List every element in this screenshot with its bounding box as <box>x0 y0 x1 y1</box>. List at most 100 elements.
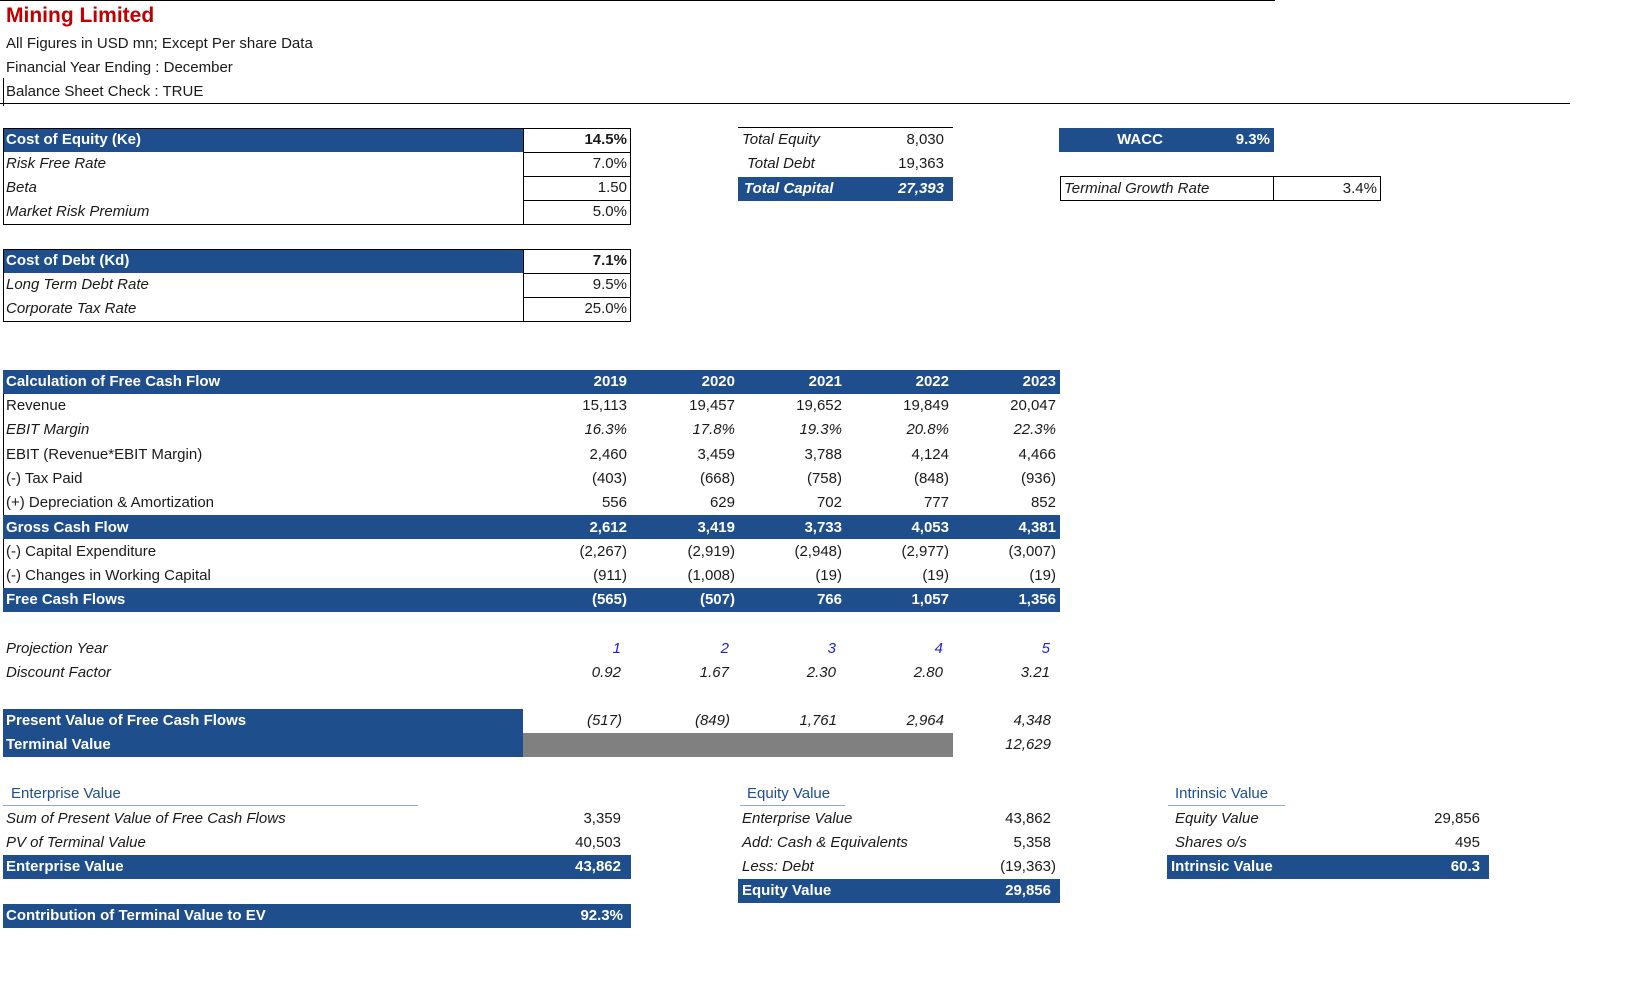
pv-label: Present Value of Free Cash Flows <box>6 709 247 733</box>
terminal-growth-value: 3.4% <box>1342 180 1377 197</box>
fcf-cell: (668) <box>699 469 735 487</box>
fcf-cell: (3,007) <box>1008 542 1056 560</box>
year-2021: 2021 <box>743 370 842 394</box>
fcf-row-label: Gross Cash Flow <box>6 518 129 536</box>
fcf-cell: 20,047 <box>1010 397 1056 414</box>
projection-year-cell: 4 <box>934 640 943 657</box>
fcf-cell: 556 <box>601 494 627 512</box>
year-2023: 2023 <box>957 370 1056 394</box>
discount-factor-cell: 2.80 <box>913 664 943 681</box>
fcf-cell: (848) <box>913 469 949 487</box>
pv-terminal-label: PV of Terminal Value <box>6 834 146 851</box>
ev-total-label: Enterprise Value <box>6 855 124 879</box>
units-note: All Figures in USD mn; Except Per share … <box>6 35 313 52</box>
ev-heading: Enterprise Value <box>11 785 121 802</box>
equity-total-value: 29,856 <box>950 879 1051 903</box>
terminal-value: 12,629 <box>1005 736 1051 753</box>
fcf-cell: 1,356 <box>1018 591 1056 609</box>
year-2022: 2022 <box>850 370 949 394</box>
fcf-cell: 4,053 <box>911 518 949 536</box>
fcf-cell: 766 <box>816 591 842 609</box>
fcf-cell: (19) <box>815 567 842 585</box>
intrinsic-total-value: 60.3 <box>1380 855 1480 879</box>
fcf-cell: 3,788 <box>804 445 842 463</box>
fcf-cell: 19,457 <box>689 397 735 414</box>
contribution-value: 92.3% <box>523 904 623 928</box>
fcf-cell: 3,419 <box>697 518 735 536</box>
eq-debt-label: Less: Debt <box>742 858 814 875</box>
wacc-value: 9.3% <box>1180 128 1270 152</box>
long-term-debt-rate-value: 9.5% <box>592 276 627 293</box>
discount-factor-cell: 2.30 <box>806 664 836 681</box>
total-equity-label: Total Equity <box>742 131 820 148</box>
year-2020: 2020 <box>636 370 735 394</box>
beta-value: 1.50 <box>597 179 627 196</box>
intrinsic-heading-underline <box>1168 805 1285 806</box>
fcf-row-label: (-) Tax Paid <box>6 469 83 487</box>
fcf-cell: 2,460 <box>589 445 627 463</box>
pv-terminal-value: 40,503 <box>575 834 621 851</box>
discount-factor-cell: 1.67 <box>699 664 729 681</box>
corporate-tax-rate-label: Corporate Tax Rate <box>6 300 137 317</box>
total-debt-label: Total Debt <box>747 155 815 172</box>
pv-fcf-cell: (849) <box>694 712 730 729</box>
equity-heading: Equity Value <box>747 785 831 802</box>
sum-pv-fcf-value: 3,359 <box>583 810 621 827</box>
pv-fcf-cell: 1,761 <box>799 712 837 729</box>
fcf-cell: (19) <box>922 567 949 585</box>
fcf-cell: 777 <box>923 494 949 512</box>
iv-shares-value: 495 <box>1454 834 1480 851</box>
projection-year-label: Projection Year <box>6 640 108 657</box>
fcf-cell: 4,124 <box>911 445 949 463</box>
fcf-row-label: Free Cash Flows <box>6 591 126 609</box>
fcf-cell: 629 <box>709 494 735 512</box>
balance-check-note: Balance Sheet Check : TRUE <box>6 83 204 100</box>
eq-ev-label: Enterprise Value <box>742 810 853 827</box>
ev-total-value: 43,862 <box>523 855 621 879</box>
intrinsic-total-label: Intrinsic Value <box>1171 855 1273 879</box>
terminal-value-label: Terminal Value <box>6 733 111 757</box>
cost-of-debt-value: 7.1% <box>592 252 627 269</box>
total-capital-label: Total Capital <box>744 177 834 201</box>
total-capital-value: 27,393 <box>898 180 944 197</box>
fcf-cell: 1,057 <box>911 591 949 609</box>
fcf-cell: 15,113 <box>582 397 627 414</box>
fcf-title: Calculation of Free Cash Flow <box>6 370 221 394</box>
fcf-cell: 4,381 <box>1018 518 1056 536</box>
cell-cursor-marker <box>3 78 4 106</box>
eq-cash-value: 5,358 <box>1013 834 1051 851</box>
fcf-row-label: EBIT Margin <box>6 421 90 439</box>
fcf-cell: 17.8% <box>692 421 735 439</box>
fcf-left-border <box>3 394 4 612</box>
terminal-growth-label: Terminal Growth Rate <box>1064 180 1210 197</box>
intrinsic-heading: Intrinsic Value <box>1175 785 1269 802</box>
pv-fcf-cell: 2,964 <box>906 712 944 729</box>
fcf-cell: 4,466 <box>1018 445 1056 463</box>
iv-shares-label: Shares o/s <box>1175 834 1247 851</box>
eq-ev-value: 43,862 <box>1005 810 1051 827</box>
fcf-row-label: (-) Changes in Working Capital <box>6 567 211 585</box>
projection-year-cell: 1 <box>612 640 621 657</box>
header-divider <box>0 103 1570 104</box>
fcf-row-label: (-) Capital Expenditure <box>6 542 157 560</box>
fcf-cell: 702 <box>816 494 842 512</box>
corporate-tax-rate-value: 25.0% <box>584 300 627 317</box>
fcf-cell: 16.3% <box>584 421 627 439</box>
market-risk-premium-label: Market Risk Premium <box>6 203 150 220</box>
fcf-cell: 19.3% <box>799 421 842 439</box>
fcf-cell: (507) <box>699 591 735 609</box>
beta-label: Beta <box>6 179 37 196</box>
year-2019: 2019 <box>528 370 627 394</box>
discount-factor-label: Discount Factor <box>6 664 112 681</box>
projection-year-cell: 2 <box>720 640 729 657</box>
discount-factor-cell: 0.92 <box>591 664 621 681</box>
fcf-cell: (19) <box>1029 567 1056 585</box>
risk-free-rate-label: Risk Free Rate <box>6 155 107 172</box>
equity-total-label: Equity Value <box>742 879 832 903</box>
fcf-cell: (403) <box>591 469 627 487</box>
long-term-debt-rate-label: Long Term Debt Rate <box>6 276 149 293</box>
cost-of-equity-value: 14.5% <box>584 131 627 148</box>
fcf-row-label: Revenue <box>6 397 67 414</box>
fcf-cell: 19,849 <box>903 397 949 414</box>
contribution-label: Contribution of Terminal Value to EV <box>6 904 266 928</box>
